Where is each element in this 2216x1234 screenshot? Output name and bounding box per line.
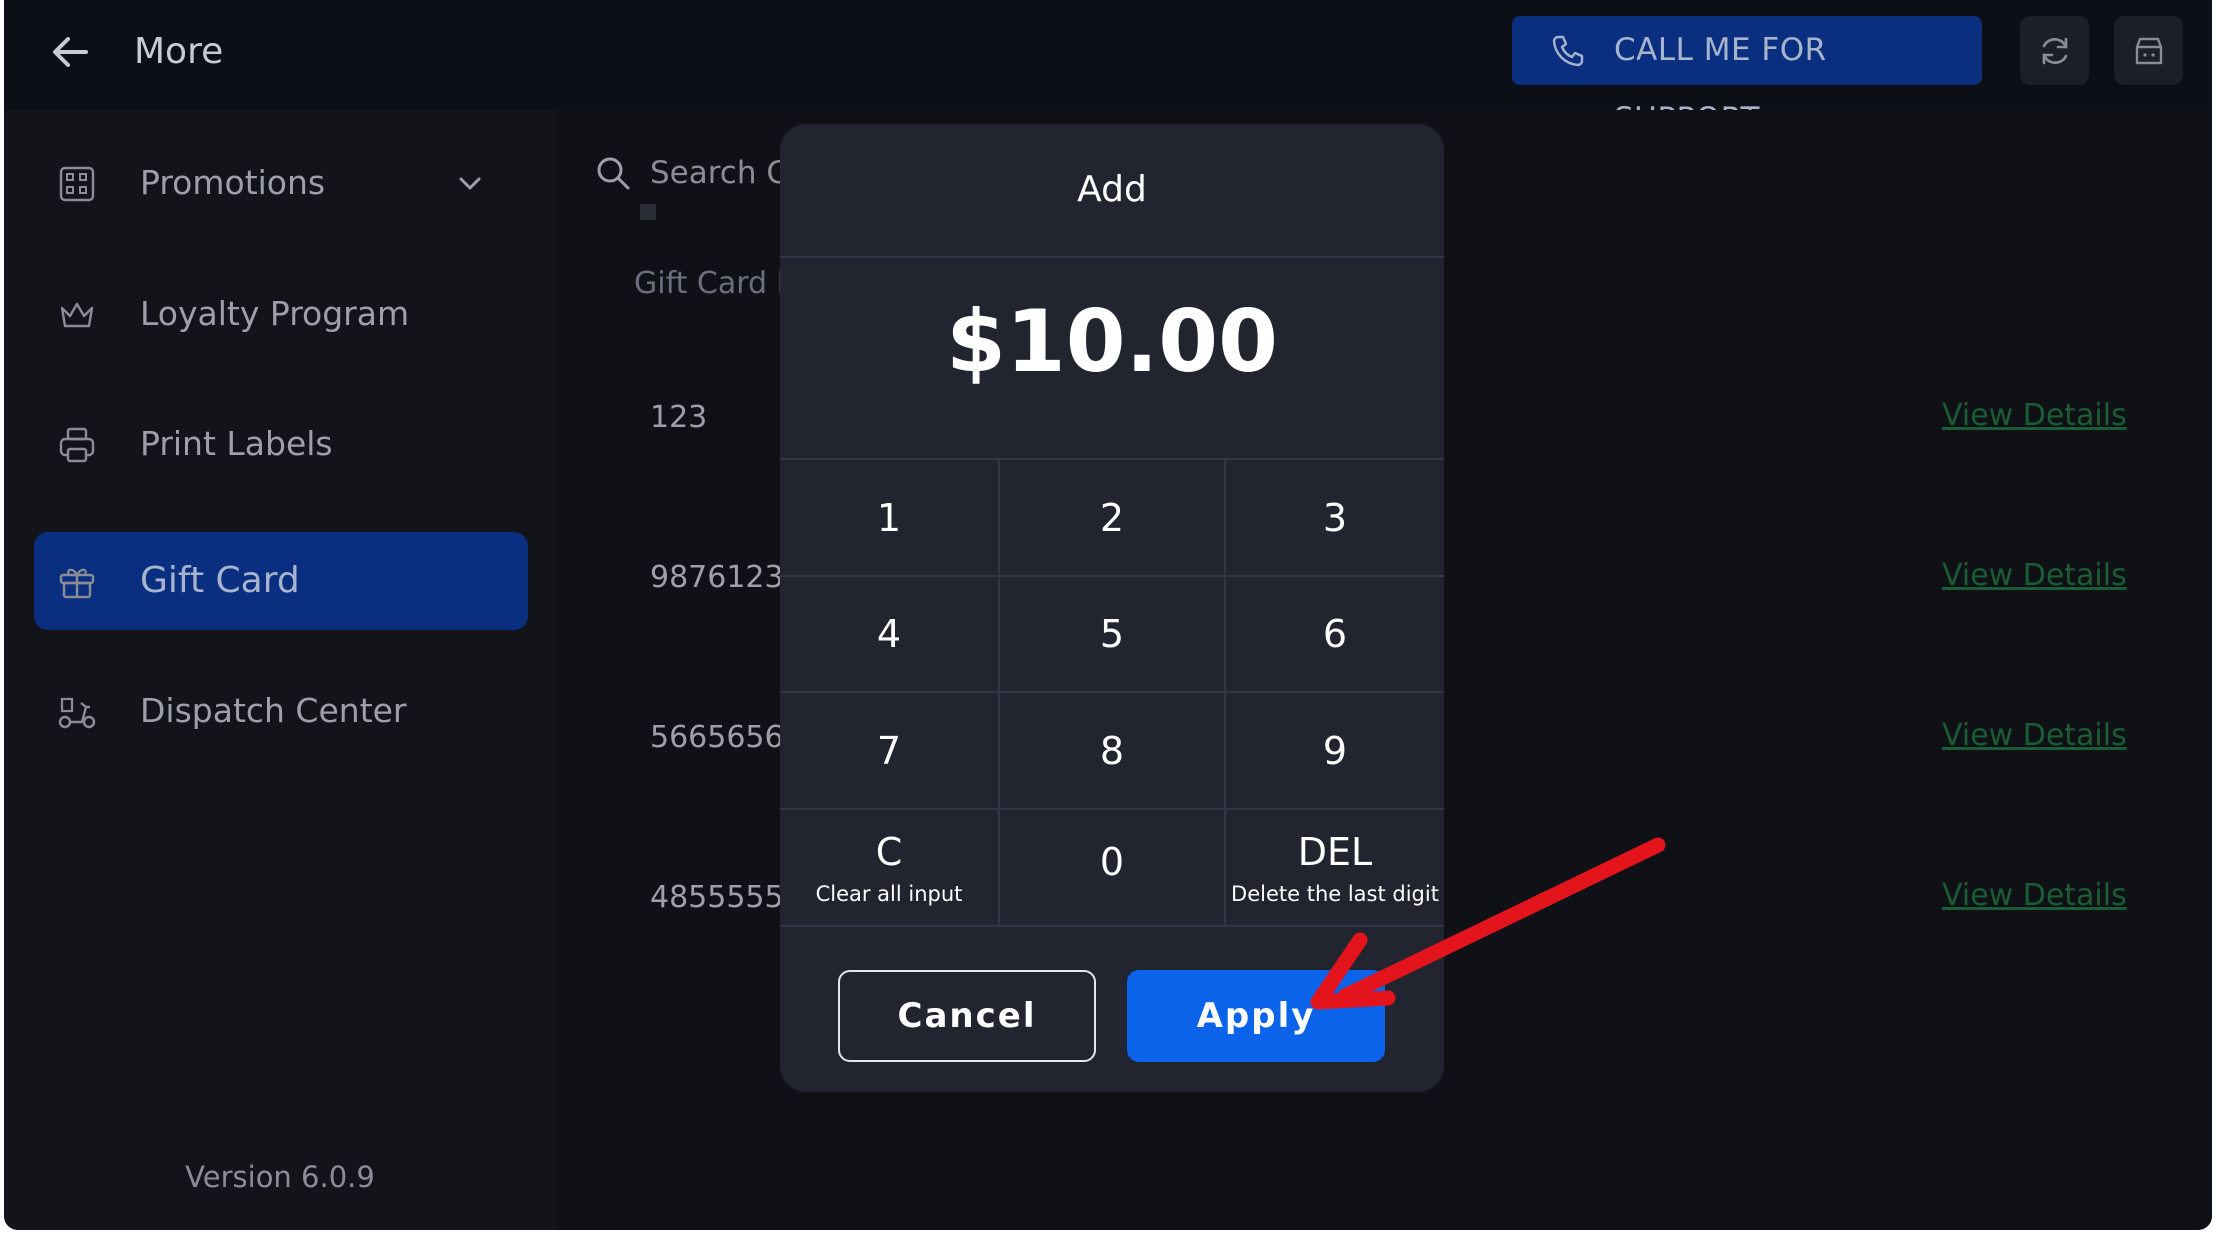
add-amount-dialog: Add $10.00 1 2 3 4 5 6 7 8 9 C Clear all… [780, 124, 1444, 1092]
key-value: 5 [1099, 612, 1125, 656]
divider [780, 925, 1444, 927]
key-value: 7 [876, 728, 902, 773]
apply-button[interactable]: Apply [1127, 970, 1385, 1062]
key-hint: Clear all input [815, 881, 963, 906]
key-value: 3 [1322, 495, 1348, 540]
key-4[interactable]: 4 [780, 577, 998, 691]
key-value: 8 [1099, 728, 1125, 773]
dialog-title: Add [1077, 169, 1147, 210]
key-7[interactable]: 7 [780, 693, 998, 808]
divider [780, 256, 1444, 258]
key-value: DEL [1297, 829, 1373, 874]
key-value: 2 [1099, 495, 1125, 540]
key-9[interactable]: 9 [1226, 693, 1444, 808]
key-3[interactable]: 3 [1226, 460, 1444, 575]
key-8[interactable]: 8 [1000, 693, 1224, 808]
app-window: More CALL ME FOR SUPPORT [4, 0, 2212, 1230]
key-hint: Delete the last digit [1231, 881, 1439, 906]
key-1[interactable]: 1 [780, 460, 998, 575]
key-value: 0 [1099, 840, 1125, 884]
key-6[interactable]: 6 [1226, 577, 1444, 691]
amount-display: $10.00 [946, 292, 1278, 392]
key-5[interactable]: 5 [1000, 577, 1224, 691]
delete-key[interactable]: DEL Delete the last digit [1226, 810, 1444, 925]
key-value: 1 [876, 495, 902, 540]
key-0[interactable]: 0 [1000, 810, 1224, 925]
key-value: C [875, 829, 903, 874]
key-value: 6 [1322, 612, 1348, 656]
key-2[interactable]: 2 [1000, 460, 1224, 575]
cancel-button[interactable]: Cancel [838, 970, 1096, 1062]
key-value: 4 [876, 612, 902, 656]
key-value: 9 [1322, 728, 1348, 773]
clear-key[interactable]: C Clear all input [780, 810, 998, 925]
